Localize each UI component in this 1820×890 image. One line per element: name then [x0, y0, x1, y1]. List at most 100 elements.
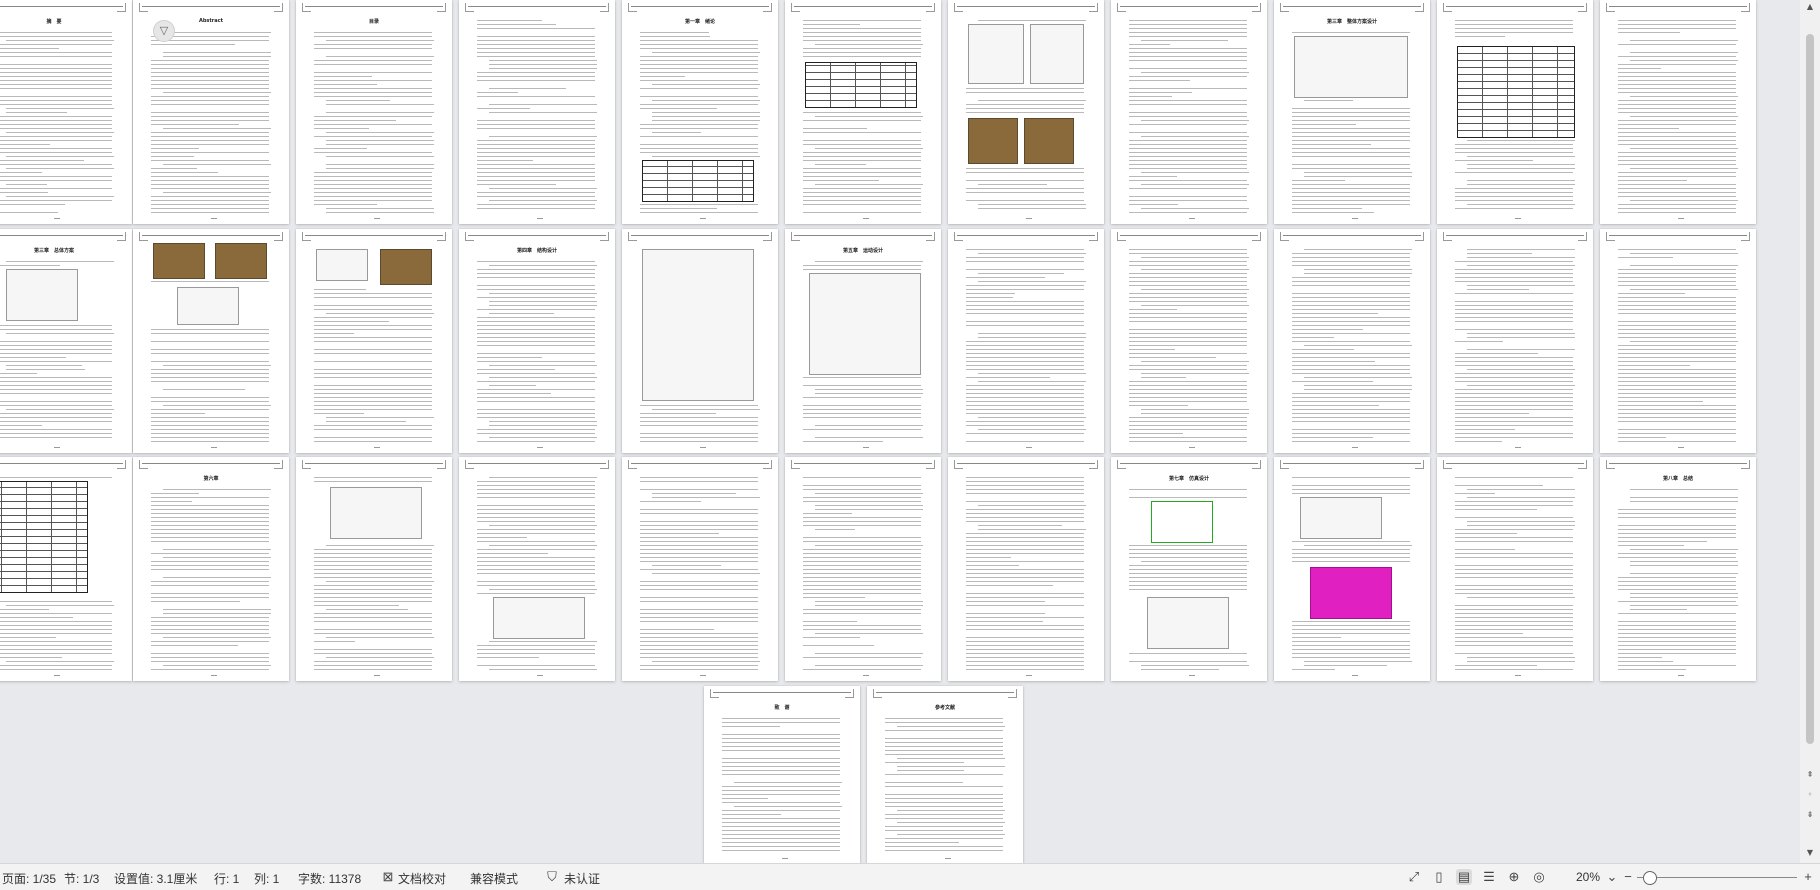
zoom-slider-knob[interactable]	[1643, 871, 1657, 885]
outline-view-icon[interactable]: ☰	[1481, 869, 1497, 885]
text-line	[314, 349, 432, 350]
document-page[interactable]	[0, 457, 132, 681]
text-line	[151, 349, 269, 350]
document-page[interactable]	[622, 229, 778, 453]
text-line	[1618, 313, 1736, 314]
text-line	[966, 377, 1051, 378]
vertical-scrollbar[interactable]: ▲ ⇞ ◦ ⇟ ▼	[1800, 0, 1820, 864]
text-line	[0, 152, 112, 153]
document-page[interactable]: 第三章 总体方案	[0, 229, 132, 453]
document-page[interactable]: 第五章 运动设计	[785, 229, 941, 453]
filter-icon[interactable]: ▽	[153, 20, 175, 42]
text-line	[314, 573, 432, 574]
web-view-icon[interactable]: ⊕	[1506, 869, 1522, 885]
document-page[interactable]	[296, 457, 452, 681]
document-page[interactable]	[1274, 457, 1430, 681]
text-line	[640, 212, 758, 213]
text-line	[151, 513, 269, 514]
fullscreen-icon[interactable]: ⤢	[1406, 869, 1422, 885]
document-page[interactable]	[1437, 229, 1593, 453]
document-canvas[interactable]: 摘 要 Abstract 目录 第一章 绪论 第三章 整体方案设计 第三章 总体方案 第四章…	[0, 0, 1800, 864]
document-page[interactable]	[785, 457, 941, 681]
page-header-mark	[957, 463, 1095, 464]
text-line	[722, 822, 840, 823]
document-page[interactable]: 第八章 总结	[1600, 457, 1756, 681]
text-line	[885, 742, 1003, 743]
zoom-out-icon[interactable]: −	[1620, 869, 1636, 885]
text-line	[1455, 605, 1573, 606]
prev-page-icon[interactable]: ⇞	[1800, 770, 1820, 779]
compat-mode[interactable]: 兼容模式	[470, 870, 518, 887]
document-page[interactable]	[1111, 229, 1267, 453]
document-page[interactable]: 第七章 仿真设计	[1111, 457, 1267, 681]
next-page-icon[interactable]: ⇟	[1800, 810, 1820, 819]
document-page[interactable]: 目录	[296, 0, 452, 224]
page-number-mark	[1352, 675, 1358, 676]
text-line	[1630, 565, 1738, 566]
text-line	[722, 734, 840, 735]
page-view-icon[interactable]: ▤	[1456, 869, 1472, 885]
page-number-mark	[211, 447, 217, 448]
cert-status[interactable]: 未认证	[564, 870, 600, 887]
text-line	[966, 517, 1084, 518]
text-line	[652, 565, 722, 566]
scroll-thumb[interactable]	[1806, 34, 1814, 744]
text-line	[1455, 557, 1573, 558]
text-line	[966, 108, 1084, 109]
document-page[interactable]	[948, 457, 1104, 681]
read-mode-icon[interactable]: ▯	[1431, 869, 1447, 885]
page-header-mark	[1088, 3, 1098, 12]
document-page[interactable]	[296, 229, 452, 453]
text-line	[640, 589, 758, 590]
document-page[interactable]	[1600, 229, 1756, 453]
document-page[interactable]: 第四章 结构设计	[459, 229, 615, 453]
zoom-in-icon[interactable]: +	[1800, 869, 1816, 885]
document-page[interactable]	[1437, 0, 1593, 224]
document-page[interactable]: 参考文献	[867, 686, 1023, 864]
page-indicator[interactable]: 页面: 1/35	[2, 870, 56, 887]
document-page[interactable]	[459, 457, 615, 681]
document-page[interactable]: 第一章 绪论	[622, 0, 778, 224]
text-line	[1455, 353, 1539, 354]
text-line	[722, 830, 840, 831]
document-page[interactable]: 第三章 整体方案设计	[1274, 0, 1430, 224]
text-line	[1129, 293, 1247, 294]
scroll-down-icon[interactable]: ▼	[1800, 848, 1820, 857]
document-page[interactable]	[1600, 0, 1756, 224]
proofread-button[interactable]: 文档校对	[398, 870, 446, 887]
zoom-dropdown-icon[interactable]: ⌄	[1604, 869, 1620, 885]
document-page[interactable]: 致 谢	[704, 686, 860, 864]
document-page[interactable]	[1437, 457, 1593, 681]
scroll-up-icon[interactable]: ▲	[1800, 2, 1820, 11]
document-page[interactable]	[785, 0, 941, 224]
text-line	[1141, 561, 1249, 562]
document-page[interactable]	[948, 229, 1104, 453]
document-page[interactable]	[948, 0, 1104, 224]
document-page[interactable]	[1274, 229, 1430, 453]
document-page[interactable]: 摘 要	[0, 0, 132, 224]
text-line	[1455, 565, 1573, 566]
text-line	[640, 413, 717, 414]
page-header-mark	[142, 6, 280, 7]
section-indicator[interactable]: 节: 1/3	[64, 870, 99, 887]
select-object-icon[interactable]: ◦	[1800, 790, 1820, 799]
document-page[interactable]	[459, 0, 615, 224]
page-number-mark	[1189, 675, 1195, 676]
text-line	[477, 557, 595, 558]
setting-value[interactable]: 设置值: 3.1厘米	[114, 870, 197, 887]
text-line	[815, 437, 923, 438]
eye-protection-icon[interactable]: ◎	[1531, 869, 1547, 885]
document-page[interactable]	[622, 457, 778, 681]
text-line	[0, 200, 112, 201]
text-line	[151, 184, 269, 185]
text-line	[1304, 377, 1412, 378]
zoom-slider[interactable]	[1637, 877, 1797, 878]
document-page[interactable]	[1111, 0, 1267, 224]
word-count[interactable]: 字数: 11378	[298, 870, 361, 887]
text-line	[803, 385, 921, 386]
zoom-level[interactable]: 20%	[1576, 870, 1600, 884]
document-page[interactable]	[133, 229, 289, 453]
text-line	[1129, 489, 1247, 490]
document-page[interactable]: 第六章	[133, 457, 289, 681]
text-line	[1467, 249, 1575, 250]
